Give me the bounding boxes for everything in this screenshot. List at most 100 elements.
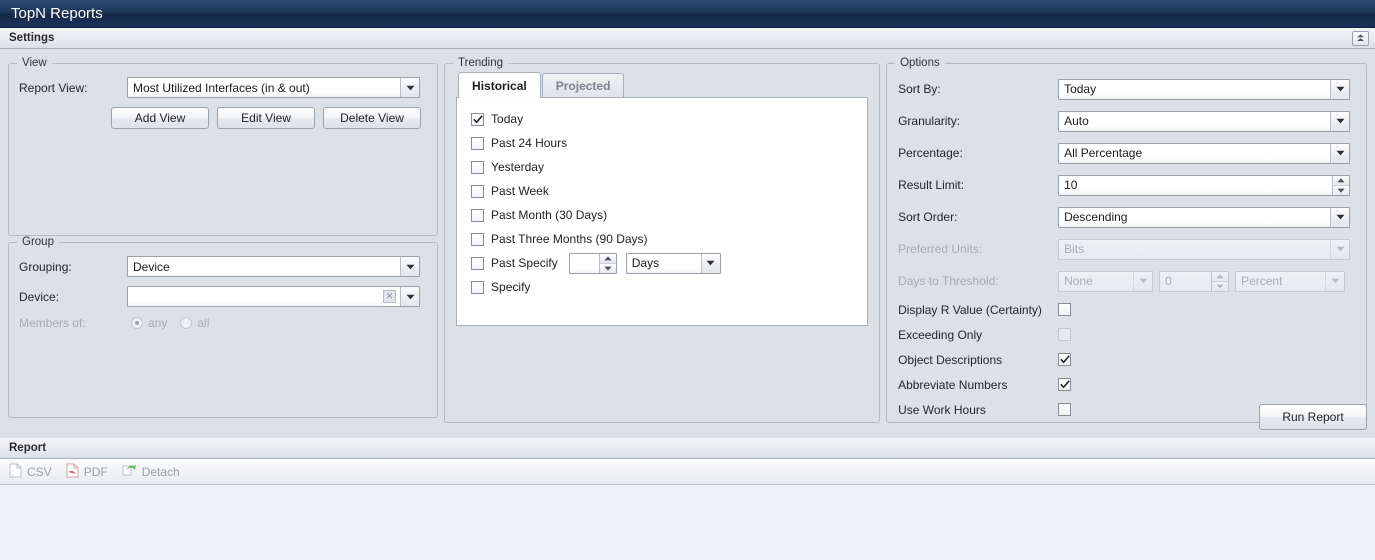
- chevron-down-icon[interactable]: [1330, 143, 1349, 163]
- checkbox-empty-icon[interactable]: [471, 184, 485, 198]
- checkbox-yesterday[interactable]: Yesterday: [471, 155, 867, 179]
- trending-legend: Trending: [458, 57, 504, 69]
- past-specify-amount-value[interactable]: [569, 253, 599, 273]
- report-view-label: Report View:: [19, 80, 88, 95]
- display-r-value-label: Display R Value (Certainty): [898, 302, 1042, 317]
- granularity-value: Auto: [1059, 111, 1330, 131]
- checkbox-empty-icon[interactable]: [471, 232, 485, 246]
- object-descriptions-checkbox[interactable]: [1058, 353, 1072, 366]
- clear-icon[interactable]: ✕: [383, 290, 396, 303]
- chevron-down-icon[interactable]: [700, 253, 720, 273]
- days-to-threshold-label: Days to Threshold:: [898, 274, 999, 288]
- abbreviate-numbers-label: Abbreviate Numbers: [898, 377, 1008, 392]
- chevron-down-icon[interactable]: [400, 257, 419, 276]
- add-view-button[interactable]: Add View: [111, 107, 210, 129]
- percentage-select[interactable]: All Percentage: [1058, 142, 1350, 164]
- radio-selected-icon: [131, 317, 143, 329]
- object-descriptions-row: Object Descriptions: [898, 347, 1350, 372]
- view-buttons: Add View Edit View Delete View: [19, 107, 427, 129]
- csv-file-icon: ;: [9, 463, 22, 481]
- tab-historical[interactable]: Historical: [458, 72, 541, 98]
- delete-view-button[interactable]: Delete View: [323, 107, 422, 129]
- members-of-any-radio[interactable]: any: [131, 316, 167, 330]
- abbreviate-numbers-row: Abbreviate Numbers: [898, 372, 1350, 397]
- stepper-buttons[interactable]: [1332, 175, 1349, 195]
- tab-projected[interactable]: Projected: [541, 73, 625, 98]
- checkbox-today[interactable]: Today: [471, 107, 867, 131]
- right-column: Options Sort By: Today Granularity: Auto…: [886, 57, 1367, 423]
- percentage-value: All Percentage: [1059, 143, 1330, 163]
- members-of-label: Members of:: [19, 316, 86, 330]
- object-descriptions-label: Object Descriptions: [898, 352, 1003, 367]
- checkbox-empty-icon[interactable]: [471, 208, 485, 222]
- checkbox-empty-icon[interactable]: [471, 136, 485, 150]
- stepper-down-icon[interactable]: [599, 263, 616, 273]
- device-select[interactable]: ✕: [127, 286, 420, 307]
- checkbox-past-three-months[interactable]: Past Three Months (90 Days): [471, 227, 867, 251]
- members-of-all-label: all: [197, 316, 210, 330]
- checkbox-past-24-hours[interactable]: Past 24 Hours: [471, 131, 867, 155]
- days-to-threshold-amount-value: 0: [1160, 271, 1212, 291]
- chevron-down-icon: [1330, 239, 1349, 259]
- preferred-units-label: Preferred Units:: [898, 242, 983, 256]
- members-of-row: Members of: any all: [19, 316, 427, 330]
- chevron-down-icon[interactable]: [1330, 111, 1349, 131]
- detach-button[interactable]: Detach: [122, 463, 180, 480]
- report-toolbar: ; CSV PDF Detach: [0, 459, 1375, 485]
- report-view-select[interactable]: Most Utilized Interfaces (in & out): [127, 77, 420, 98]
- export-csv-label: CSV: [27, 464, 52, 479]
- export-csv-button[interactable]: ; CSV: [9, 463, 52, 481]
- chevron-down-icon[interactable]: [400, 287, 419, 306]
- members-of-all-radio[interactable]: all: [180, 316, 209, 330]
- past-specify-unit-select[interactable]: Days: [625, 252, 721, 274]
- grouping-select[interactable]: Device: [127, 256, 420, 277]
- detach-label: Detach: [141, 464, 180, 479]
- trending-panel: Trending Historical Projected Today Past…: [444, 57, 881, 423]
- use-work-hours-label: Use Work Hours: [898, 402, 986, 417]
- checkbox-past-month[interactable]: Past Month (30 Days): [471, 203, 867, 227]
- granularity-label: Granularity:: [898, 114, 961, 128]
- result-limit-value[interactable]: 10: [1059, 175, 1332, 195]
- export-pdf-button[interactable]: PDF: [66, 463, 108, 481]
- checkbox-empty-icon[interactable]: [471, 280, 485, 294]
- window-title: TopN Reports: [11, 5, 103, 22]
- chevron-down-icon[interactable]: [1330, 207, 1349, 227]
- collapse-up-icon[interactable]: [1352, 30, 1369, 46]
- display-r-value-checkbox[interactable]: [1058, 303, 1072, 316]
- exceeding-only-row: Exceeding Only: [898, 322, 1350, 347]
- run-report-button[interactable]: Run Report: [1259, 404, 1367, 430]
- chevron-down-icon[interactable]: [1330, 79, 1349, 99]
- options-panel-inner: Sort By: Today Granularity: Auto Percent…: [887, 69, 1366, 422]
- checkbox-past-specify[interactable]: Past Specify Days: [471, 251, 867, 275]
- checkbox-label: Specify: [491, 280, 531, 294]
- preferred-units-row: Preferred Units: Bits: [898, 233, 1350, 265]
- stepper-up-icon[interactable]: [599, 253, 616, 264]
- stepper-up-icon: [1212, 271, 1229, 282]
- radio-empty-icon: [180, 317, 193, 329]
- members-of-any-label: any: [148, 316, 168, 330]
- device-label: Device:: [19, 289, 60, 304]
- device-value[interactable]: [128, 287, 383, 306]
- checkbox-empty-icon[interactable]: [471, 160, 485, 174]
- days-to-threshold-unit-value: Percent: [1236, 271, 1326, 291]
- abbreviate-numbers-checkbox[interactable]: [1058, 378, 1072, 391]
- stepper-buttons[interactable]: [598, 253, 616, 273]
- checkbox-past-week[interactable]: Past Week: [471, 179, 867, 203]
- days-to-threshold-row: Days to Threshold: None 0 Percent: [898, 265, 1350, 297]
- granularity-select[interactable]: Auto: [1058, 110, 1350, 132]
- edit-view-button[interactable]: Edit View: [217, 107, 316, 129]
- historical-tab-panel: Today Past 24 Hours Yesterday Past Week …: [456, 97, 869, 326]
- checkbox-empty-icon[interactable]: [471, 256, 485, 270]
- sort-order-row: Sort Order: Descending: [898, 201, 1350, 233]
- result-limit-stepper[interactable]: 10: [1058, 174, 1350, 196]
- sort-by-select[interactable]: Today: [1058, 78, 1350, 100]
- past-specify-amount-stepper[interactable]: [568, 252, 617, 274]
- stepper-up-icon[interactable]: [1333, 175, 1349, 186]
- chevron-down-icon[interactable]: [400, 78, 419, 97]
- use-work-hours-checkbox[interactable]: [1058, 403, 1072, 416]
- stepper-down-icon[interactable]: [1333, 185, 1349, 195]
- checkbox-checked-icon[interactable]: [471, 112, 485, 126]
- checkbox-label: Past Three Months (90 Days): [491, 232, 648, 246]
- checkbox-specify[interactable]: Specify: [471, 275, 867, 299]
- sort-order-select[interactable]: Descending: [1058, 206, 1350, 228]
